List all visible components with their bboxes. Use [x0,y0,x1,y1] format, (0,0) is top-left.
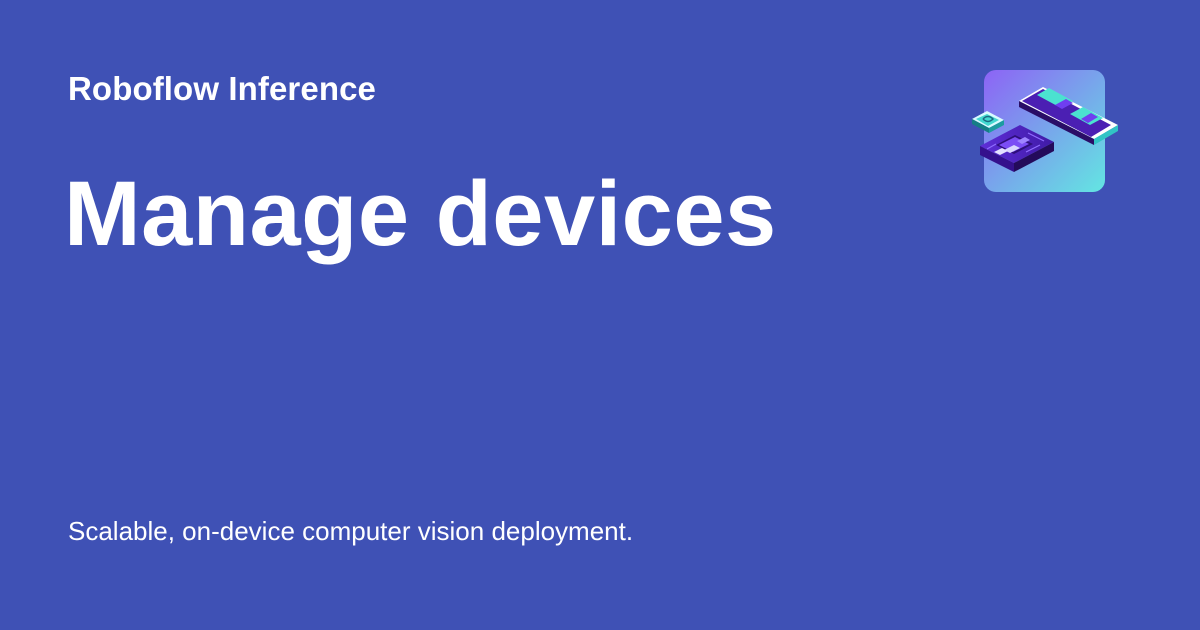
product-name: Roboflow Inference [68,70,376,107]
device-hardware-icon [970,70,1120,195]
social-card: Roboflow Inference Manage devices Scalab… [0,0,1200,630]
page-title: Manage devices [64,163,777,265]
page-subtitle: Scalable, on-device computer vision depl… [68,516,634,546]
